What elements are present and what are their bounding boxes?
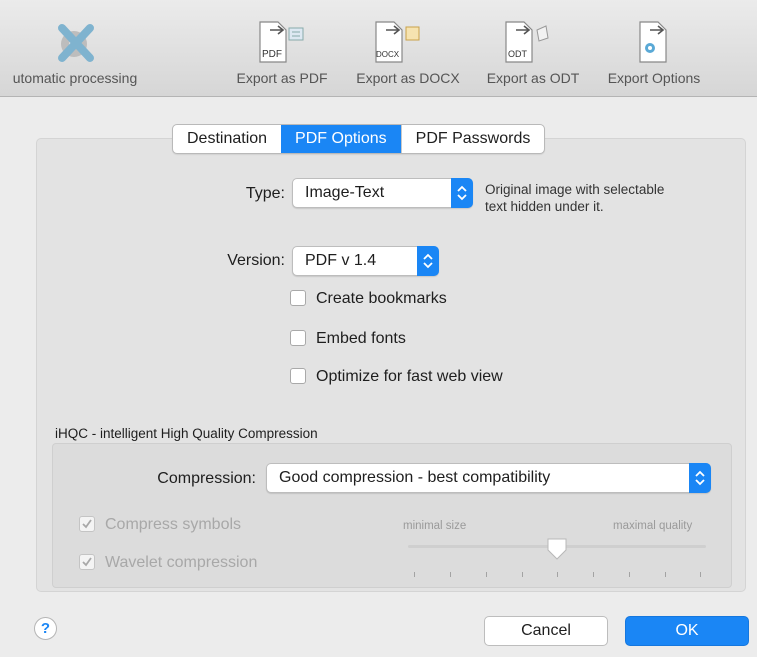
version-select[interactable]: PDF v 1.4	[292, 246, 439, 276]
slider-max-label: maximal quality	[613, 520, 693, 532]
checkbox-box	[290, 330, 306, 346]
svg-text:DOCX: DOCX	[376, 50, 400, 59]
slider-tick	[486, 572, 487, 577]
export-pdf-button[interactable]: PDF Export as PDF	[226, 0, 338, 96]
tab-pdf-passwords[interactable]: PDF Passwords	[400, 125, 545, 153]
compression-label: Compression:	[157, 470, 256, 487]
optimize-web-label: Optimize for fast web view	[316, 368, 503, 385]
compression-select-value: Good compression - best compatibility	[279, 469, 551, 486]
svg-text:PDF: PDF	[262, 49, 282, 60]
export-odt-button[interactable]: ODT Export as ODT	[474, 0, 592, 96]
export-options-label: Export Options	[607, 70, 701, 86]
checkmark-icon	[82, 519, 92, 529]
slider-tick	[450, 572, 451, 577]
checkbox-box	[290, 290, 306, 306]
slider-min-label: minimal size	[403, 520, 467, 532]
type-description: Original image with selectable text hidd…	[485, 181, 664, 215]
quality-slider-thumb[interactable]	[546, 537, 568, 561]
automatic-processing-icon	[52, 18, 100, 66]
pdf-export-icon: PDF	[256, 18, 308, 66]
ok-button[interactable]: OK	[625, 616, 749, 646]
type-description-line-1: Original image with selectable	[485, 182, 665, 197]
slider-tick	[557, 572, 558, 577]
export-odt-label: Export as ODT	[486, 70, 580, 86]
export-pdf-label: Export as PDF	[236, 70, 328, 86]
slider-tick	[665, 572, 666, 577]
svg-text:ODT: ODT	[508, 49, 528, 59]
docx-export-icon: DOCX	[372, 18, 432, 66]
checkmark-icon	[82, 557, 92, 567]
export-options-icon	[636, 18, 676, 66]
automatic-processing-label: utomatic processing	[12, 70, 138, 86]
ihqc-title: iHQC - intelligent High Quality Compress…	[55, 426, 318, 441]
tab-bar: Destination PDF Options PDF Passwords	[172, 124, 546, 154]
slider-tick	[700, 572, 701, 577]
slider-tick	[414, 572, 415, 577]
chevron-updown-icon	[689, 463, 711, 493]
cancel-button[interactable]: Cancel	[484, 616, 608, 646]
slider-tick	[629, 572, 630, 577]
tab-pdf-options[interactable]: PDF Options	[281, 125, 401, 153]
type-select[interactable]: Image-Text	[292, 178, 473, 208]
odt-export-icon: ODT	[502, 18, 562, 66]
slider-tick	[522, 572, 523, 577]
type-description-line-2: text hidden under it.	[485, 199, 604, 214]
export-docx-button[interactable]: DOCX Export as DOCX	[344, 0, 472, 96]
version-label: Version:	[227, 252, 285, 269]
create-bookmarks-label: Create bookmarks	[316, 290, 447, 307]
chevron-updown-icon	[451, 178, 473, 208]
export-options-button[interactable]: Export Options	[592, 0, 716, 96]
checkbox-box	[290, 368, 306, 384]
embed-fonts-label: Embed fonts	[316, 330, 406, 347]
slider-tick	[593, 572, 594, 577]
toolbar: utomatic processing PDF Export as PDF DO…	[0, 0, 757, 97]
type-select-value: Image-Text	[305, 184, 385, 201]
chevron-updown-icon	[417, 246, 439, 276]
automatic-processing-button[interactable]: utomatic processing	[0, 0, 160, 96]
checkbox-box	[79, 516, 95, 532]
wavelet-compression-label: Wavelet compression	[105, 554, 258, 571]
type-label: Type:	[245, 185, 285, 202]
help-button[interactable]: ?	[34, 617, 57, 640]
version-select-value: PDF v 1.4	[305, 252, 377, 269]
compression-select[interactable]: Good compression - best compatibility	[266, 463, 711, 493]
checkbox-box	[79, 554, 95, 570]
tab-destination[interactable]: Destination	[173, 125, 281, 153]
compress-symbols-label: Compress symbols	[105, 516, 242, 533]
export-docx-label: Export as DOCX	[356, 70, 460, 86]
